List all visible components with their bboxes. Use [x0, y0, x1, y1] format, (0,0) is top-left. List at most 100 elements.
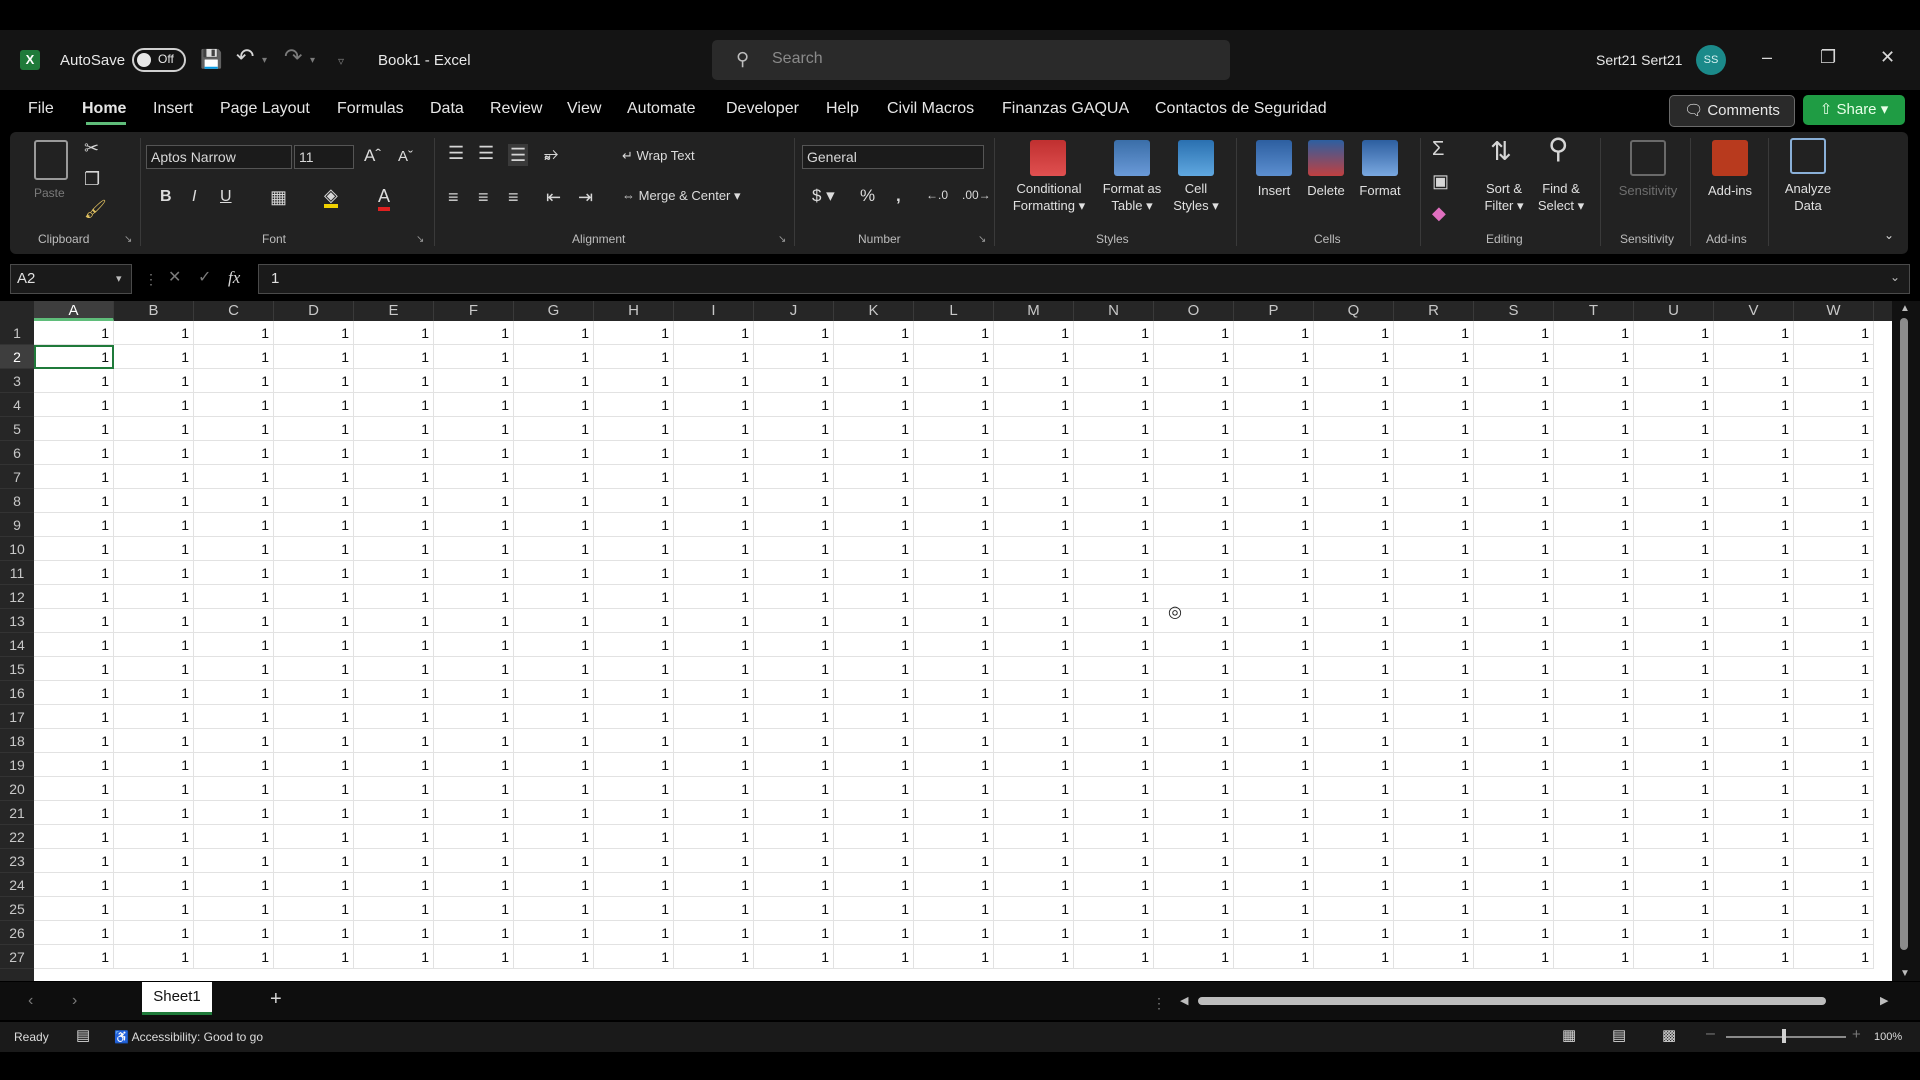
cell-o21[interactable]: 1: [1154, 801, 1234, 825]
cell-i19[interactable]: 1: [674, 753, 754, 777]
cell-e17[interactable]: 1: [354, 705, 434, 729]
cell-k3[interactable]: 1: [834, 369, 914, 393]
cell-n23[interactable]: 1: [1074, 849, 1154, 873]
cell-m21[interactable]: 1: [994, 801, 1074, 825]
cell-t8[interactable]: 1: [1554, 489, 1634, 513]
user-name[interactable]: Sert21 Sert21: [1596, 52, 1682, 68]
zoom-slider-thumb[interactable]: [1782, 1029, 1786, 1043]
cell-g17[interactable]: 1: [514, 705, 594, 729]
cell-d9[interactable]: 1: [274, 513, 354, 537]
cell-j3[interactable]: 1: [754, 369, 834, 393]
cell-v8[interactable]: 1: [1714, 489, 1794, 513]
fill-color-icon[interactable]: ◈: [324, 186, 338, 208]
cell-q2[interactable]: 1: [1314, 345, 1394, 369]
cell-o27[interactable]: 1: [1154, 945, 1234, 969]
cell-a22[interactable]: 1: [34, 825, 114, 849]
cell-c4[interactable]: 1: [194, 393, 274, 417]
cell-s27[interactable]: 1: [1474, 945, 1554, 969]
cell-i9[interactable]: 1: [674, 513, 754, 537]
cell-g9[interactable]: 1: [514, 513, 594, 537]
cell-v4[interactable]: 1: [1714, 393, 1794, 417]
row-header-1[interactable]: 1: [0, 321, 34, 345]
sheet-tab-sheet1[interactable]: Sheet1: [142, 982, 212, 1015]
cell-i26[interactable]: 1: [674, 921, 754, 945]
cell-c10[interactable]: 1: [194, 537, 274, 561]
cell-j18[interactable]: 1: [754, 729, 834, 753]
cell-f17[interactable]: 1: [434, 705, 514, 729]
row-header-14[interactable]: 14: [0, 633, 34, 657]
cell-t25[interactable]: 1: [1554, 897, 1634, 921]
row-header-2[interactable]: 2: [0, 345, 34, 369]
cell-p12[interactable]: 1: [1234, 585, 1314, 609]
next-sheet-icon[interactable]: ›: [72, 992, 77, 1010]
cell-w25[interactable]: 1: [1794, 897, 1874, 921]
cell-n4[interactable]: 1: [1074, 393, 1154, 417]
cell-o8[interactable]: 1: [1154, 489, 1234, 513]
cell-o19[interactable]: 1: [1154, 753, 1234, 777]
cell-k1[interactable]: 1: [834, 321, 914, 345]
cell-l8[interactable]: 1: [914, 489, 994, 513]
tab-automate[interactable]: Automate: [627, 100, 695, 118]
cell-e7[interactable]: 1: [354, 465, 434, 489]
cell-u22[interactable]: 1: [1634, 825, 1714, 849]
cell-m5[interactable]: 1: [994, 417, 1074, 441]
cell-g27[interactable]: 1: [514, 945, 594, 969]
cell-d17[interactable]: 1: [274, 705, 354, 729]
cell-d15[interactable]: 1: [274, 657, 354, 681]
cell-d2[interactable]: 1: [274, 345, 354, 369]
cell-i16[interactable]: 1: [674, 681, 754, 705]
paste-icon[interactable]: [34, 140, 68, 180]
cell-p2[interactable]: 1: [1234, 345, 1314, 369]
cell-d6[interactable]: 1: [274, 441, 354, 465]
cell-c3[interactable]: 1: [194, 369, 274, 393]
add-ins-label[interactable]: Add-ins: [1700, 182, 1760, 199]
cell-w12[interactable]: 1: [1794, 585, 1874, 609]
cell-g8[interactable]: 1: [514, 489, 594, 513]
cell-h11[interactable]: 1: [594, 561, 674, 585]
cell-b9[interactable]: 1: [114, 513, 194, 537]
cell-d1[interactable]: 1: [274, 321, 354, 345]
cell-r10[interactable]: 1: [1394, 537, 1474, 561]
scroll-right-icon[interactable]: ▶: [1880, 994, 1888, 1007]
column-header-v[interactable]: V: [1714, 301, 1794, 321]
cell-t14[interactable]: 1: [1554, 633, 1634, 657]
cell-b22[interactable]: 1: [114, 825, 194, 849]
cell-j22[interactable]: 1: [754, 825, 834, 849]
font-launcher-icon[interactable]: ↘: [416, 234, 424, 245]
cell-g24[interactable]: 1: [514, 873, 594, 897]
cell-a12[interactable]: 1: [34, 585, 114, 609]
cell-s8[interactable]: 1: [1474, 489, 1554, 513]
cell-s12[interactable]: 1: [1474, 585, 1554, 609]
page-break-view-icon[interactable]: ▩: [1662, 1027, 1676, 1045]
cell-s14[interactable]: 1: [1474, 633, 1554, 657]
cell-t17[interactable]: 1: [1554, 705, 1634, 729]
cell-d13[interactable]: 1: [274, 609, 354, 633]
cell-o1[interactable]: 1: [1154, 321, 1234, 345]
cell-r24[interactable]: 1: [1394, 873, 1474, 897]
zoom-in-icon[interactable]: +: [1852, 1026, 1861, 1044]
scroll-left-icon[interactable]: ◀: [1180, 994, 1188, 1007]
cell-j14[interactable]: 1: [754, 633, 834, 657]
cell-o14[interactable]: 1: [1154, 633, 1234, 657]
cell-i18[interactable]: 1: [674, 729, 754, 753]
cell-p6[interactable]: 1: [1234, 441, 1314, 465]
cell-i22[interactable]: 1: [674, 825, 754, 849]
cell-c12[interactable]: 1: [194, 585, 274, 609]
cell-f7[interactable]: 1: [434, 465, 514, 489]
column-header-f[interactable]: F: [434, 301, 514, 321]
cell-s25[interactable]: 1: [1474, 897, 1554, 921]
cell-k19[interactable]: 1: [834, 753, 914, 777]
cell-u5[interactable]: 1: [1634, 417, 1714, 441]
cell-b8[interactable]: 1: [114, 489, 194, 513]
cell-f21[interactable]: 1: [434, 801, 514, 825]
cell-a16[interactable]: 1: [34, 681, 114, 705]
tab-civil-macros[interactable]: Civil Macros: [887, 100, 974, 118]
format-painter-icon[interactable]: 🖌: [84, 200, 107, 218]
cell-g3[interactable]: 1: [514, 369, 594, 393]
cell-g16[interactable]: 1: [514, 681, 594, 705]
column-header-m[interactable]: M: [994, 301, 1074, 321]
cell-s15[interactable]: 1: [1474, 657, 1554, 681]
cell-o23[interactable]: 1: [1154, 849, 1234, 873]
cell-s26[interactable]: 1: [1474, 921, 1554, 945]
italic-icon[interactable]: I: [192, 188, 196, 206]
